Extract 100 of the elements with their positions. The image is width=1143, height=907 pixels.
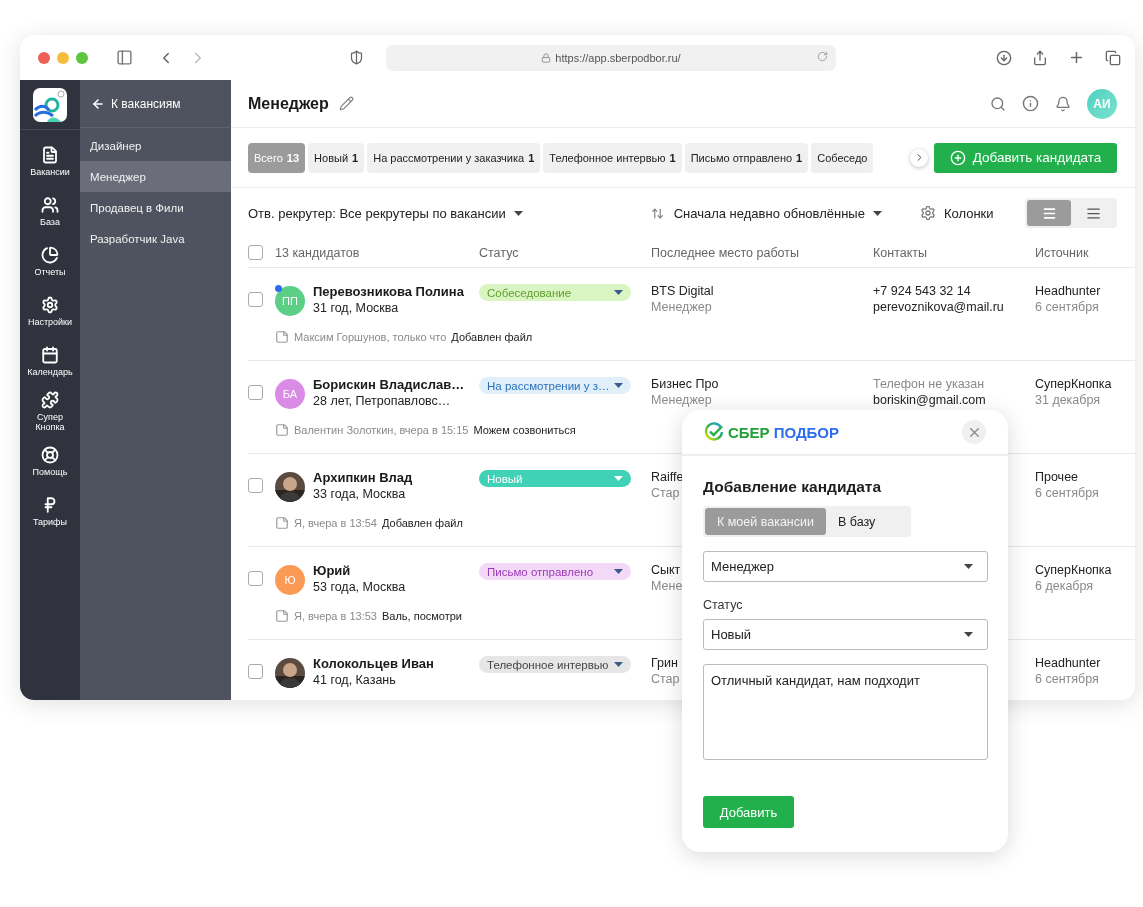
bell-icon[interactable] — [1055, 95, 1071, 112]
vacancy-select[interactable]: Менеджер — [703, 551, 988, 582]
vacancy-item[interactable]: Менеджер — [80, 161, 231, 192]
select-all-checkbox[interactable] — [248, 245, 263, 260]
source-name: СуперКнопка — [1035, 377, 1112, 391]
note-icon — [275, 330, 289, 344]
candidate-name[interactable]: Перевозникова Полина — [313, 284, 464, 299]
row-checkbox[interactable] — [248, 664, 263, 679]
list-icon — [1085, 205, 1101, 221]
document-icon[interactable] — [41, 145, 59, 164]
vacancy-item[interactable]: Разработчик Java — [80, 223, 231, 254]
app-logo-icon[interactable] — [33, 87, 67, 122]
candidate-name[interactable]: Архипкин Влад — [313, 470, 413, 485]
status-filter-chip[interactable]: Телефонное интервью 1 — [543, 142, 682, 173]
company-name: Raiffe — [651, 470, 684, 484]
checkmark-circle-logo-icon — [704, 422, 724, 442]
caret-icon — [614, 662, 623, 667]
close-button[interactable] — [962, 420, 986, 444]
users-icon[interactable] — [41, 195, 59, 214]
comment-field[interactable]: Отличный кандидат, нам подходит — [703, 664, 988, 760]
shield-icon[interactable] — [349, 50, 364, 65]
status-filter-chip[interactable]: Письмо отправлено 1 — [684, 142, 809, 173]
row-checkbox[interactable] — [248, 478, 263, 493]
status-filter-chip[interactable]: На рассмотрении у заказчика 1 — [367, 142, 541, 173]
source-date: 6 сентября — [1035, 672, 1099, 686]
share-icon[interactable] — [1032, 49, 1048, 66]
contact-text: Телефон не указан — [873, 377, 985, 391]
source-date: 6 сентября — [1035, 300, 1099, 314]
row-checkbox[interactable] — [248, 571, 263, 586]
sort-dropdown[interactable]: Сначала недавно обновлённые — [673, 205, 882, 221]
candidate-name[interactable]: Борискин Владислав… — [313, 377, 465, 392]
dialog-title: Добавление кандидата — [703, 478, 883, 496]
logo-text: ПОДБОР — [773, 423, 839, 441]
url-text: https://app.sberpodbor.ru/ — [555, 51, 681, 64]
column-header[interactable]: Контакты — [873, 245, 1035, 260]
job-position: Менеджер — [651, 393, 712, 407]
address-bar[interactable]: https://app.sberpodbor.ru/ — [386, 44, 836, 71]
row-checkbox[interactable] — [248, 292, 263, 307]
company-name: Грин — [651, 656, 678, 670]
source-name: Headhunter — [1035, 284, 1101, 298]
status-dropdown[interactable]: Письмо отправлено — [479, 563, 631, 580]
contact-text: +7 924 543 32 14 — [873, 284, 971, 298]
candidate-avatar: Ю — [275, 565, 305, 595]
nav-label[interactable]: Вакансии — [30, 166, 70, 177]
pie-chart-icon[interactable] — [41, 245, 59, 264]
column-header[interactable]: Источник — [1035, 245, 1117, 260]
back-link[interactable]: К вакансиям — [80, 80, 231, 128]
candidate-details: 41 год, Казань — [313, 673, 396, 687]
vacancy-item[interactable]: Дизайнер — [80, 130, 231, 161]
note-icon — [275, 516, 289, 530]
puzzle-icon[interactable] — [41, 390, 59, 409]
note-text: Добавлен файл — [382, 517, 463, 529]
columns-button[interactable]: Колонки — [943, 205, 994, 221]
nav-label[interactable]: Отчеты — [34, 266, 66, 277]
nav-label[interactable]: Супер Кнопка — [22, 411, 78, 432]
lifebuoy-icon[interactable] — [41, 445, 59, 464]
status-dropdown[interactable]: На рассмотрении у з… — [479, 377, 631, 394]
download-icon[interactable] — [996, 49, 1012, 66]
nav-label[interactable]: База — [40, 216, 60, 227]
row-checkbox[interactable] — [248, 385, 263, 400]
info-icon[interactable] — [1022, 95, 1039, 112]
status-select[interactable]: Новый — [703, 619, 988, 650]
note-author: Я, вчера в 13:53 — [294, 610, 377, 622]
candidate-details: 31 год, Москва — [313, 301, 399, 315]
page-title: Менеджер — [248, 94, 329, 113]
caret-icon — [872, 210, 882, 216]
source-name: Headhunter — [1035, 656, 1101, 670]
target-tab[interactable]: В базу — [826, 508, 888, 535]
comfortable-view-button[interactable] — [1027, 200, 1071, 226]
candidate-name[interactable]: Юрий — [313, 563, 351, 578]
status-dropdown[interactable]: Телефонное интервью — [479, 656, 631, 673]
nav-label[interactable]: Помощь — [32, 466, 68, 477]
nav-label[interactable]: Календарь — [27, 366, 73, 377]
plus-icon[interactable] — [1068, 49, 1085, 66]
column-header[interactable]: Статус — [479, 245, 651, 260]
search-icon[interactable] — [990, 95, 1006, 112]
settings-icon[interactable] — [41, 295, 59, 314]
vacancy-item[interactable]: Продавец в Фили — [80, 192, 231, 223]
candidate-details: 28 лет, Петропавловс… — [313, 394, 451, 408]
calendar-icon[interactable] — [41, 345, 59, 364]
note-text: Добавлен файл — [451, 331, 533, 343]
nav-label[interactable]: Тарифы — [33, 516, 67, 527]
note-text: Можем созвониться — [473, 424, 576, 436]
nav-label[interactable]: Настройки — [27, 316, 73, 327]
sidebar-icon[interactable] — [116, 49, 133, 66]
column-header[interactable]: Последнее место работы — [651, 245, 873, 260]
recruiter-dropdown[interactable]: Отв. рекрутер: Все рекрутеры по вакансии — [248, 205, 523, 221]
caret-icon — [614, 569, 623, 574]
caret-icon — [614, 476, 623, 481]
status-filter-chip[interactable]: Новый 1 — [308, 142, 365, 173]
close-window-icon[interactable] — [38, 51, 50, 64]
note-icon — [275, 609, 289, 623]
source-name: Прочее — [1035, 470, 1079, 484]
edit-icon[interactable] — [338, 96, 354, 111]
company-name: Бизнес Про — [651, 377, 719, 391]
candidate-name[interactable]: Колокольцев Иван — [313, 656, 434, 671]
field-label: Статус — [703, 598, 744, 612]
candidate-details: 53 года, Москва — [313, 580, 406, 594]
tabs-icon[interactable] — [1105, 49, 1121, 66]
status-filter-chip[interactable]: Собеседо — [811, 142, 874, 173]
